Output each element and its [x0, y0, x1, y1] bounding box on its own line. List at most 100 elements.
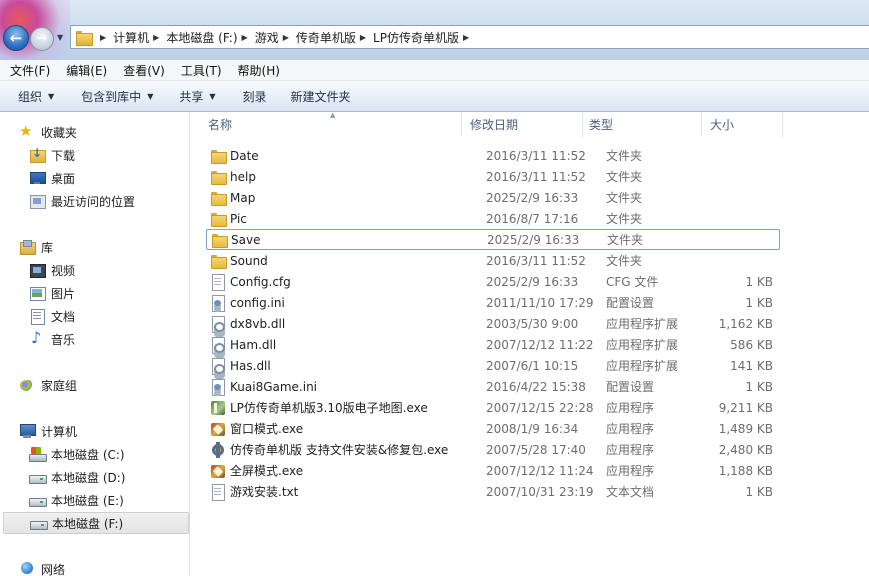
file-date: 2025/2/9 16:33	[486, 274, 579, 289]
computer-icon	[19, 423, 36, 439]
file-row[interactable]: help 2016/3/11 11:52 文件夹	[206, 166, 779, 187]
nav-drive-c[interactable]: 本地磁盘 (C:)	[0, 443, 189, 465]
file-row[interactable]: Config.cfg 2025/2/9 16:33 CFG 文件 1 KB	[206, 271, 779, 292]
file-name: dx8vb.dll	[230, 316, 286, 331]
include-in-library-button[interactable]: 包含到库中 ▼	[72, 88, 162, 105]
nav-label: 本地磁盘 (D:)	[51, 470, 126, 485]
chevron-right-icon[interactable]: ▶	[153, 33, 159, 42]
menu-file[interactable]: 文件(F)	[0, 62, 56, 79]
file-row[interactable]: 仿传奇单机版 支持文件安装&修复包.exe 2007/5/28 17:40 应用程序…	[206, 439, 779, 460]
column-header-size[interactable]: 大小	[702, 112, 783, 137]
file-size: 586 KB	[730, 337, 773, 352]
file-row[interactable]: Pic 2016/8/7 17:16 文件夹	[206, 208, 779, 229]
sort-ascending-icon: ▲	[330, 111, 336, 119]
hard-drive-icon	[29, 469, 47, 485]
organize-label: 组织	[18, 89, 43, 104]
file-date: 2008/1/9 16:34	[486, 421, 579, 436]
nav-desktop[interactable]: 桌面	[0, 167, 189, 189]
file-row[interactable]: dx8vb.dll 2003/5/30 9:00 应用程序扩展 1,162 KB	[206, 313, 779, 334]
nav-label: 本地磁盘 (F:)	[52, 516, 124, 531]
chevron-right-icon[interactable]: ▶	[283, 33, 289, 42]
breadcrumb[interactable]: ▶ 计算机 ▶ 本地磁盘 (F:) ▶ 游戏 ▶ 传奇单机版 ▶ LP仿传奇单机版 ▶	[70, 25, 869, 49]
file-row[interactable]: Date 2016/3/11 11:52 文件夹	[206, 145, 779, 166]
breadcrumb-item-computer[interactable]: 计算机 ▶	[113, 26, 166, 48]
text-file-icon	[210, 483, 226, 501]
file-row[interactable]: Save 2025/2/9 16:33 文件夹	[206, 229, 780, 250]
nav-videos[interactable]: 视频	[0, 259, 189, 281]
breadcrumb-label: 计算机	[113, 30, 150, 45]
hard-drive-icon	[29, 492, 47, 508]
breadcrumb-item-games[interactable]: 游戏 ▶	[255, 26, 296, 48]
file-row[interactable]: Sound 2016/3/11 11:52 文件夹	[206, 250, 779, 271]
column-header-name[interactable]: ▲ 名称	[191, 111, 462, 137]
dll-file-icon	[210, 357, 226, 375]
file-date: 2007/5/28 17:40	[486, 442, 586, 457]
chevron-down-icon: ▼	[209, 91, 216, 101]
file-name: Pic	[230, 211, 247, 226]
settings-file-icon	[210, 378, 226, 396]
breadcrumb-label: 游戏	[254, 30, 279, 45]
file-row[interactable]: 窗口模式.exe 2008/1/9 16:34 应用程序 1,489 KB	[206, 418, 779, 439]
nav-label: 网络	[41, 562, 66, 576]
nav-drive-e[interactable]: 本地磁盘 (E:)	[0, 489, 189, 511]
breadcrumb-item-drive-f[interactable]: 本地磁盘 (F:) ▶	[166, 26, 254, 48]
nav-libraries[interactable]: 库	[0, 236, 189, 258]
desktop-icon	[29, 170, 46, 186]
forward-button[interactable]: →	[30, 27, 54, 51]
file-size: 1 KB	[745, 295, 773, 310]
menu-help[interactable]: 帮助(H)	[228, 62, 286, 79]
nav-label: 本地磁盘 (E:)	[51, 493, 124, 508]
back-button[interactable]: ←	[3, 25, 29, 51]
nav-downloads[interactable]: 下载	[0, 144, 189, 166]
menu-tools[interactable]: 工具(T)	[171, 62, 228, 79]
menu-edit[interactable]: 编辑(E)	[56, 62, 113, 79]
breadcrumb-item-lp-legend[interactable]: LP仿传奇单机版 ▶	[373, 26, 476, 48]
file-row[interactable]: Ham.dll 2007/12/12 11:22 应用程序扩展 586 KB	[206, 334, 779, 355]
nav-music[interactable]: 音乐	[0, 328, 189, 350]
chevron-right-icon[interactable]: ▶	[360, 33, 366, 42]
file-type: 文件夹	[606, 254, 643, 268]
file-row[interactable]: config.ini 2011/11/10 17:29 配置设置 1 KB	[206, 292, 779, 313]
column-header-date[interactable]: 修改日期	[462, 112, 583, 137]
share-button[interactable]: 共享 ▼	[170, 88, 224, 105]
file-list[interactable]: ▲ 名称 修改日期 类型 大小 Date 2016/3/11 11:52 文件夹 he…	[191, 111, 869, 576]
nav-drive-f[interactable]: 本地磁盘 (F:)	[3, 512, 189, 534]
file-row[interactable]: 游戏安装.txt 2007/10/31 23:19 文本文档 1 KB	[206, 481, 779, 502]
new-folder-button[interactable]: 新建文件夹	[282, 88, 360, 105]
file-date: 2016/3/11 11:52	[486, 253, 586, 268]
file-date: 2007/12/12 11:24	[486, 463, 594, 478]
share-label: 共享	[179, 89, 204, 104]
file-row[interactable]: LP仿传奇单机版3.10版电子地图.exe 2007/12/15 22:28 应用程…	[206, 397, 779, 418]
file-row[interactable]: Kuai8Game.ini 2016/4/22 15:38 配置设置 1 KB	[206, 376, 779, 397]
chevron-down-icon: ▼	[48, 91, 55, 101]
nav-computer[interactable]: 计算机	[0, 420, 189, 442]
navigation-pane[interactable]: 收藏夹 下载 桌面 最近访问的位置 库 视频 图片 文档 音乐 家庭组 计算机	[0, 112, 190, 576]
breadcrumb-item-legend[interactable]: 传奇单机版 ▶	[296, 26, 373, 48]
nav-homegroup[interactable]: 家庭组	[0, 374, 189, 396]
music-icon	[29, 328, 45, 347]
nav-favorites[interactable]: 收藏夹	[0, 121, 189, 143]
folder-icon	[211, 232, 228, 248]
column-header-type[interactable]: 类型	[583, 112, 702, 137]
file-row[interactable]: Has.dll 2007/6/1 10:15 应用程序扩展 141 KB	[206, 355, 779, 376]
nav-recent-places[interactable]: 最近访问的位置	[0, 190, 189, 212]
address-bar-area: ← → ▼ ▶ 计算机 ▶ 本地磁盘 (F:) ▶ 游戏 ▶ 传奇单机版 ▶ LP仿传奇…	[0, 0, 869, 60]
nav-network[interactable]: 网络	[0, 558, 189, 576]
file-date: 2003/5/30 9:00	[486, 316, 579, 331]
recent-pages-dropdown-icon[interactable]: ▼	[57, 33, 63, 42]
nav-label: 家庭组	[41, 378, 78, 393]
burn-button[interactable]: 刻录	[234, 88, 276, 105]
file-type: CFG 文件	[606, 275, 659, 289]
file-row[interactable]: Map 2025/2/9 16:33 文件夹	[206, 187, 779, 208]
burn-label: 刻录	[242, 89, 267, 104]
organize-button[interactable]: 组织 ▼	[9, 88, 63, 105]
nav-pictures[interactable]: 图片	[0, 282, 189, 304]
nav-drive-d[interactable]: 本地磁盘 (D:)	[0, 466, 189, 488]
chevron-right-icon[interactable]: ▶	[242, 33, 248, 42]
breadcrumb-root-arrow[interactable]: ▶	[96, 26, 113, 48]
menu-view[interactable]: 查看(V)	[113, 62, 171, 79]
chevron-right-icon[interactable]: ▶	[463, 33, 469, 42]
include-in-library-label: 包含到库中	[81, 89, 142, 104]
file-row[interactable]: 全屏模式.exe 2007/12/12 11:24 应用程序 1,188 KB	[206, 460, 779, 481]
nav-documents[interactable]: 文档	[0, 305, 189, 327]
